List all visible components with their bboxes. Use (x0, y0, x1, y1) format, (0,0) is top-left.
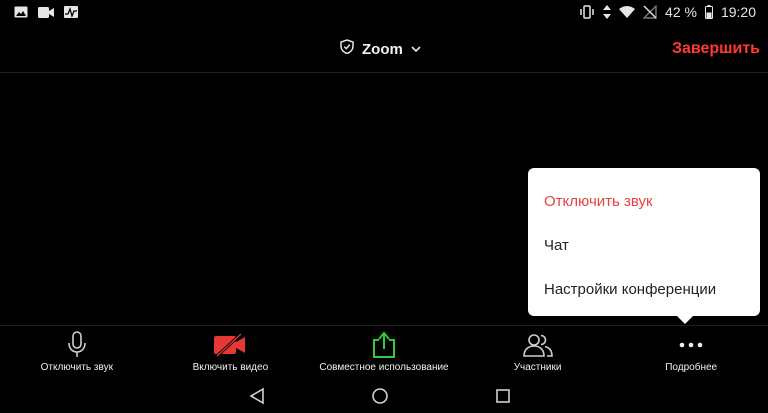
image-icon (14, 6, 28, 18)
menu-item-mute-audio[interactable]: Отключить звук (528, 180, 760, 224)
status-bar-left (14, 6, 78, 18)
home-icon[interactable] (371, 387, 389, 410)
data-arrows-icon (603, 5, 612, 19)
meeting-header: Zoom Завершить (0, 26, 768, 73)
more-button[interactable]: Подробнее (614, 326, 768, 378)
clock: 19:20 (720, 4, 756, 20)
participants-icon (522, 330, 554, 360)
end-meeting-button[interactable]: Завершить (672, 26, 760, 72)
vibrate-icon (579, 5, 595, 19)
system-navigation-bar (0, 380, 768, 413)
meeting-title: Zoom (362, 40, 403, 58)
share-screen-label: Совместное использование (319, 362, 449, 373)
recents-icon[interactable] (495, 387, 511, 410)
mute-audio-button[interactable]: Отключить звук (0, 326, 154, 378)
share-screen-button[interactable]: Совместное использование (307, 326, 461, 378)
start-video-button[interactable]: Включить видео (154, 326, 308, 378)
microphone-icon (66, 330, 88, 360)
no-signal-icon (643, 5, 657, 19)
menu-item-meeting-settings[interactable]: Настройки конференции (528, 268, 760, 312)
wifi-icon (619, 6, 636, 18)
meeting-title-dropdown[interactable]: Zoom (340, 26, 421, 72)
more-icon (679, 330, 703, 360)
battery-percent: 42 % (665, 4, 697, 20)
participants-button[interactable]: Участники (461, 326, 615, 378)
video-off-icon (213, 330, 247, 360)
share-screen-icon (371, 330, 397, 360)
meeting-toolbar: Отключить звук Включить видео Совместное… (0, 325, 768, 378)
status-bar-right: 42 % 19:20 (579, 4, 756, 20)
status-bar: 42 % 19:20 (0, 0, 768, 24)
start-video-label: Включить видео (192, 362, 269, 373)
mute-audio-label: Отключить звук (40, 362, 113, 373)
menu-item-chat[interactable]: Чат (528, 224, 760, 268)
activity-icon (64, 6, 78, 18)
participants-label: Участники (513, 362, 562, 373)
back-icon[interactable] (249, 387, 265, 410)
video-camera-icon (38, 6, 54, 18)
more-options-menu: Отключить звук Чат Настройки конференции (528, 168, 760, 324)
more-label: Подробнее (665, 362, 718, 373)
battery-icon (704, 5, 713, 19)
chevron-down-icon (411, 40, 421, 58)
shield-check-icon (340, 39, 354, 59)
